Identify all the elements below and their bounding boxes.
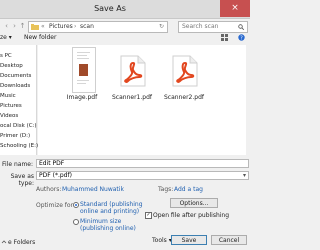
minimum-option-line2[interactable]: (publishing online) [80,225,136,232]
title-bar: Save As × [0,0,250,19]
close-button[interactable]: × [220,0,250,17]
tools-menu[interactable]: Tools ▾ [152,237,172,244]
file-name: Scanner1.pdf [111,94,152,101]
organize-menu[interactable]: ze ▾ [0,34,12,41]
sidebar-item-local-disk-c[interactable]: ocal Disk (C:) [0,123,37,129]
chevron-right-icon: › [74,23,77,30]
search-input[interactable]: Search scan [178,21,248,33]
hide-folders-link[interactable]: e Folders [8,239,35,246]
sidebar-item-schooling-e[interactable]: Schooling (E:) [0,143,38,150]
sidebar-item-pictures[interactable]: Pictures [0,103,22,109]
sidebar-item-primer-d[interactable]: Primer (D:) [0,133,30,139]
window-title: Save As [94,4,126,13]
toolbar: ze ▾ New folder ? [0,34,250,43]
save-type-select[interactable]: PDF (*.pdf) ▾ [36,171,249,180]
file-name: Image.pdf [66,94,98,101]
tags-label: Tags: [158,186,174,193]
tags-value[interactable]: Add a tag [174,186,203,193]
open-after-publishing-label: Open file after publishing [153,212,230,219]
breadcrumb-pictures[interactable]: Pictures [49,22,73,32]
save-type-label: Save as type: [10,173,34,187]
file-item-scanner1-pdf[interactable]: Scanner1.pdf [110,45,154,105]
sidebar-item-desktop[interactable]: Desktop [0,63,23,69]
search-placeholder: Search scan [182,23,219,30]
file-name-input[interactable]: Edit PDF [36,159,249,168]
file-item-scanner2-pdf[interactable]: Scanner2.pdf [162,45,206,105]
folder-icon [31,24,39,30]
standard-option-line2[interactable]: online and printing) [80,208,139,215]
file-name: Scanner2.pdf [163,94,204,101]
search-icon [238,24,244,30]
pdf-icon [172,55,198,87]
svg-text:?: ? [240,36,243,42]
sidebar-item-documents[interactable]: Documents [0,73,31,79]
document-thumbnail-icon [72,47,96,93]
close-icon: × [231,3,239,13]
optimize-label: Optimize for: [36,202,75,209]
sidebar-item-music[interactable]: Music [0,93,16,99]
standard-radio[interactable] [73,202,79,208]
navigation-pane: s PC Desktop Documents Downloads Music P… [0,45,38,155]
file-list: Image.pdf Scanner1.pdf Scanner2.pdf [38,45,246,155]
minimum-size-radio[interactable] [73,219,79,225]
up-button[interactable]: ↑ [18,21,27,31]
pdf-icon [120,55,146,87]
path-overflow-icon[interactable]: « [41,22,45,32]
standard-option-line1[interactable]: Standard (publishing [80,201,143,208]
back-arrow-icon: ‹ [5,22,8,30]
save-button[interactable]: Save [171,235,207,245]
file-name-label: File name: [2,161,33,168]
address-bar[interactable]: « Pictures › scan ↻ [28,21,168,33]
up-arrow-icon: ↑ [19,22,26,30]
cancel-button[interactable]: Cancel [211,235,247,245]
refresh-icon[interactable]: ↻ [159,22,164,32]
options-button[interactable]: Options... [170,198,218,208]
save-type-value: PDF (*.pdf) [39,172,72,179]
sidebar-item-downloads[interactable]: Downloads [0,83,30,89]
open-after-publishing-checkbox[interactable]: ✓ [145,212,152,219]
view-options-icon[interactable] [221,34,229,41]
authors-label: Authors: [36,186,62,193]
address-bar-row: ‹ › ↑ « Pictures › scan ↻ Search scan [0,18,250,34]
chevron-down-icon: ▾ [242,172,246,179]
chevron-up-icon[interactable] [1,239,7,245]
forward-arrow-icon: › [13,22,16,30]
authors-value[interactable]: Muhammed Nuwatik [62,186,124,193]
help-icon[interactable]: ? [238,34,245,41]
minimum-option-line1[interactable]: Minimum size [80,218,121,225]
sidebar-item-this-pc[interactable]: s PC [0,53,12,59]
file-item-image-pdf[interactable]: Image.pdf [60,45,104,105]
new-folder-button[interactable]: New folder [24,34,56,41]
save-options-form: File name: Edit PDF Save as type: PDF (*… [0,157,250,250]
sidebar-item-videos[interactable]: Videos [0,113,18,119]
breadcrumb-scan[interactable]: scan [80,22,94,32]
